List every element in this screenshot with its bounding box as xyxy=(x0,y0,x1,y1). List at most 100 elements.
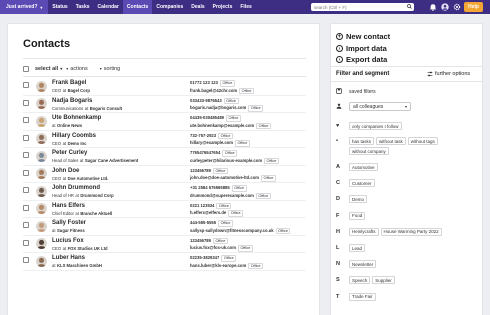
contact-email[interactable]: drummond@superexample.com Office xyxy=(190,192,271,200)
select-all-dropdown[interactable]: select all ▾ xyxy=(35,66,62,72)
contact-company[interactable]: Demo Inc xyxy=(68,141,87,146)
contact-checkbox[interactable] xyxy=(23,204,29,211)
contact-company[interactable]: Sugar Cane Advertisement xyxy=(85,158,138,163)
filter-chip[interactable]: without company xyxy=(349,147,389,155)
phone-number[interactable]: +31 2584 676565885 xyxy=(190,185,230,190)
contact-phone[interactable]: 033433-9876543 Office xyxy=(190,97,239,105)
phone-number[interactable]: 123456789 xyxy=(190,238,211,243)
contact-checkbox[interactable] xyxy=(23,82,29,88)
email-address[interactable]: curleypeter@hilarious-example.com xyxy=(190,158,262,163)
contact-email[interactable]: curleypeter@hilarious-example.com Office xyxy=(190,157,279,165)
contact-phone[interactable]: 7765476547654 Office xyxy=(190,150,238,157)
just-arrived-button[interactable]: Just arrived? ▾ xyxy=(0,0,49,14)
avatar[interactable] xyxy=(36,80,47,92)
contact-email[interactable]: ute.bohnenkamp@example.com Office xyxy=(190,122,271,130)
contact-row[interactable]: John Doe CEO at Doe Automotive Ltd. 12345678… xyxy=(23,166,306,184)
user-avatar-icon[interactable] xyxy=(440,2,449,11)
avatar[interactable] xyxy=(36,203,47,215)
filter-chip[interactable]: has tasks xyxy=(349,137,375,145)
contact-company[interactable]: Drummond Corp xyxy=(80,193,113,198)
search-icon[interactable] xyxy=(407,4,412,9)
contact-email[interactable]: h.elfers@elfers.de Office xyxy=(190,210,244,217)
saved-filters-row[interactable]: saved filters xyxy=(336,88,376,96)
contact-row[interactable]: Hans Elfers Chief Editor at Branche Aktuell… xyxy=(23,201,306,219)
email-address[interactable]: lucius.fox@fox-uk.com xyxy=(190,245,236,250)
contact-name[interactable]: Sally Foster xyxy=(52,220,86,226)
contact-name[interactable]: Lucius Fox xyxy=(52,238,84,244)
contact-phone[interactable]: 444-555-5555 Office xyxy=(190,220,233,227)
select-all-checkbox[interactable] xyxy=(23,66,29,72)
contact-row[interactable]: Hillary Coombs CEO at Demo Inc 732-757-2923 O… xyxy=(23,131,306,149)
contact-checkbox[interactable] xyxy=(23,99,29,106)
import-data-button[interactable]: › Import data xyxy=(336,44,387,53)
contact-company[interactable]: Branche Aktuell xyxy=(80,211,112,216)
contact-email[interactable]: bogaris.nadja@bogaris.com Office xyxy=(190,105,264,112)
contact-name[interactable]: Frank Bagel xyxy=(52,80,86,86)
nav-item-tasks[interactable]: Tasks xyxy=(72,0,94,14)
contact-name[interactable]: John Drummond xyxy=(52,185,100,191)
contact-email[interactable]: sallysp-sallydown@fitnesscompany.co.uk Of… xyxy=(190,227,291,235)
phone-number[interactable]: 732-757-2923 xyxy=(190,133,216,138)
sorting-dropdown[interactable]: ▾ sorting xyxy=(100,66,121,72)
nav-item-contacts[interactable]: Contacts xyxy=(122,0,153,14)
email-address[interactable]: john.doe@doe-automotive-ltd.com xyxy=(190,175,259,180)
contact-row[interactable]: John Drummond Head of HR at Drummond Corp +3… xyxy=(23,183,306,201)
search-box[interactable] xyxy=(311,3,414,11)
contact-checkbox[interactable] xyxy=(23,117,29,124)
help-button[interactable]: Help xyxy=(464,2,483,12)
segment-chip[interactable]: Lead xyxy=(349,244,366,252)
segment-chip[interactable]: Supplier xyxy=(372,276,395,285)
gear-icon[interactable] xyxy=(452,2,461,11)
actions-dropdown[interactable]: ▾ actions xyxy=(66,66,87,72)
phone-number[interactable]: 04435-030485489 xyxy=(190,115,224,120)
avatar[interactable] xyxy=(36,115,47,127)
contact-name[interactable]: Hillary Coombs xyxy=(52,133,96,139)
contact-phone[interactable]: 732-757-2923 Office xyxy=(190,132,233,140)
contact-phone[interactable]: 04435-030485489 Office xyxy=(190,115,241,122)
email-address[interactable]: frank.bagel@42chr.com xyxy=(190,88,237,93)
contact-name[interactable]: John Doe xyxy=(52,168,79,174)
email-address[interactable]: hillary@example.com xyxy=(190,140,233,145)
colleagues-dropdown[interactable]: all colleagues ▾ xyxy=(349,102,411,111)
segment-chip[interactable]: Speech xyxy=(349,276,371,285)
contact-email[interactable]: lucius.fox@fox-uk.com Office xyxy=(190,245,253,252)
contact-phone[interactable]: 123456789 Office xyxy=(190,237,228,245)
segment-chip[interactable]: Customer xyxy=(349,179,375,188)
further-options-button[interactable]: further options xyxy=(427,71,470,77)
segment-chip[interactable]: Trade Fair xyxy=(349,292,376,301)
segment-chip[interactable]: Demo xyxy=(349,195,368,204)
email-address[interactable]: drummond@superexample.com xyxy=(190,193,254,198)
avatar[interactable] xyxy=(36,220,47,232)
contact-company[interactable]: Bogaris Consult xyxy=(90,106,122,111)
contact-company[interactable]: Online News xyxy=(57,123,82,128)
avatar[interactable] xyxy=(36,168,47,180)
contact-email[interactable]: frank.bagel@42chr.com Office xyxy=(190,87,254,94)
phone-number[interactable]: 02235-3829347 xyxy=(190,255,219,260)
contact-name[interactable]: Luber Hans xyxy=(52,255,85,261)
phone-number[interactable]: 0221 123534 xyxy=(190,203,214,208)
contact-phone[interactable]: +31 2584 676565885 Office xyxy=(190,185,247,192)
contact-company[interactable]: KLS Maschinen GmbH xyxy=(57,263,102,268)
contact-row[interactable]: Peter Curley Head of Sales at Sugar Cane Ad… xyxy=(23,148,306,166)
avatar[interactable] xyxy=(36,238,47,250)
contact-phone[interactable]: 02235-3829347 Office xyxy=(190,255,237,262)
contact-row[interactable]: Luber Hans at KLS Maschinen GmbH 02235-3829… xyxy=(23,253,306,272)
filter-chip[interactable]: without task xyxy=(376,137,406,145)
contact-phone[interactable]: 123456789 Office xyxy=(190,167,228,175)
segment-chip[interactable]: Automotive xyxy=(349,163,378,171)
avatar[interactable] xyxy=(36,150,47,162)
phone-number[interactable]: 7765476547654 xyxy=(190,150,220,155)
contact-checkbox[interactable] xyxy=(23,152,29,159)
phone-number[interactable]: 033433-9876543 xyxy=(190,98,222,103)
contact-email[interactable]: hans.luber@kls-europe.com Office xyxy=(190,262,264,270)
segment-chip[interactable]: Heinlycrafts xyxy=(349,227,379,236)
contact-checkbox[interactable] xyxy=(23,187,29,194)
avatar[interactable] xyxy=(36,185,47,197)
contact-checkbox[interactable] xyxy=(23,239,29,246)
email-address[interactable]: bogaris.nadja@bogaris.com xyxy=(190,105,246,110)
contact-name[interactable]: Hans Elfers xyxy=(52,203,85,209)
phone-number[interactable]: 444-555-5555 xyxy=(190,220,216,225)
email-address[interactable]: h.elfers@elfers.de xyxy=(190,210,226,215)
new-contact-button[interactable]: + New contact xyxy=(336,32,390,41)
contact-email[interactable]: john.doe@doe-automotive-ltd.com Office xyxy=(190,175,276,182)
